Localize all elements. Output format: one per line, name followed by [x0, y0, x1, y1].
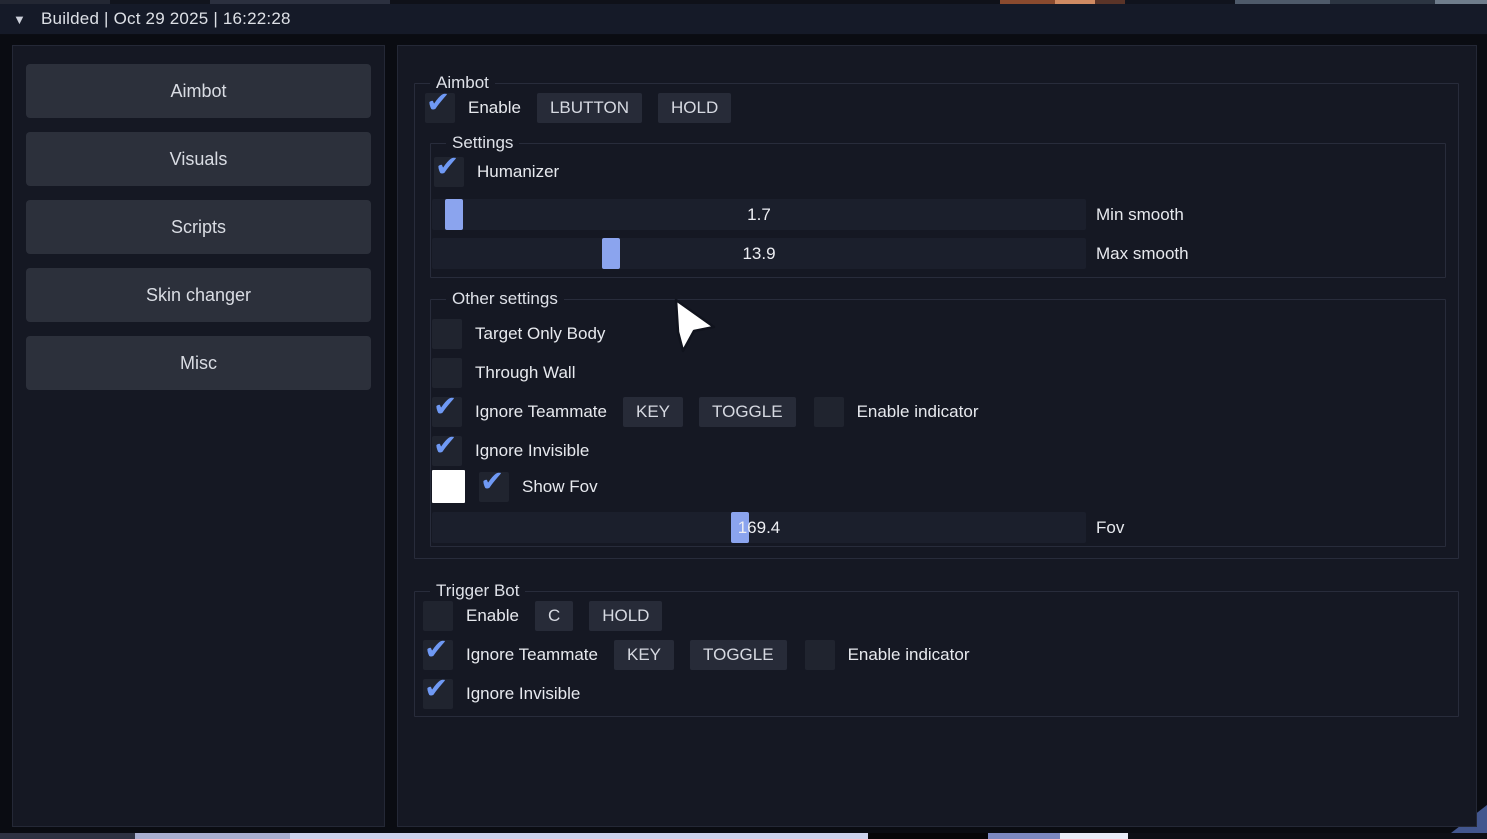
main-panel: Aimbot ✔ Enable LBUTTON HOLD Settings ✔ …: [397, 45, 1477, 827]
other-settings-group: Other settings ✔ Target Only Body ✔ Thro…: [430, 299, 1446, 547]
enable-indicator-label: Enable indicator: [857, 402, 979, 422]
settings-group: Settings ✔ Humanizer 1.7 Min smooth 13.9…: [430, 143, 1446, 278]
ignore-invisible-row: ✔ Ignore Invisible: [432, 435, 589, 466]
sidebar-item-skin-changer[interactable]: Skin changer: [26, 268, 371, 322]
humanizer-label: Humanizer: [477, 162, 559, 182]
ignore-teammate-checkbox[interactable]: ✔: [432, 397, 462, 427]
fov-color-swatch[interactable]: [432, 470, 465, 503]
ignore-invisible-checkbox[interactable]: ✔: [432, 436, 462, 466]
trigger-enable-label: Enable: [466, 606, 519, 626]
trigger-ignore-invisible-label: Ignore Invisible: [466, 684, 580, 704]
title-bar: ▼ Builded | Oct 29 2025 | 16:22:28: [0, 4, 1487, 35]
trigger-bot-group-label: Trigger Bot: [430, 581, 525, 601]
fov-row: 169.4 Fov: [432, 512, 1124, 543]
aimbot-group: Aimbot ✔ Enable LBUTTON HOLD Settings ✔ …: [414, 83, 1459, 559]
show-fov-checkbox[interactable]: ✔: [479, 472, 509, 502]
check-icon: ✔: [424, 671, 448, 705]
trigger-keymode-button[interactable]: HOLD: [589, 601, 662, 631]
fov-slider[interactable]: 169.4: [432, 512, 1086, 543]
fov-label: Fov: [1096, 518, 1124, 538]
max-smooth-label: Max smooth: [1096, 244, 1189, 264]
enable-indicator-checkbox[interactable]: ✔: [814, 397, 844, 427]
aimbot-enable-row: ✔ Enable LBUTTON HOLD: [425, 92, 731, 123]
trigger-ignore-invisible-row: ✔ Ignore Invisible: [423, 678, 580, 709]
aimbot-keymode-button[interactable]: HOLD: [658, 93, 731, 123]
min-smooth-label: Min smooth: [1096, 205, 1184, 225]
check-icon: ✔: [426, 85, 450, 119]
trigger-keybind-button[interactable]: C: [535, 601, 573, 631]
trigger-ignore-teammate-checkbox[interactable]: ✔: [423, 640, 453, 670]
target-only-body-row: ✔ Target Only Body: [432, 318, 605, 349]
aimbot-enable-checkbox[interactable]: ✔: [425, 93, 455, 123]
trigger-ignore-teammate-label: Ignore Teammate: [466, 645, 598, 665]
min-smooth-row: 1.7 Min smooth: [432, 199, 1184, 230]
aimbot-enable-label: Enable: [468, 98, 521, 118]
humanizer-checkbox[interactable]: ✔: [434, 157, 464, 187]
trigger-ignore-teammate-keybind-button[interactable]: KEY: [614, 640, 674, 670]
target-only-body-label: Target Only Body: [475, 324, 605, 344]
window-title: Builded | Oct 29 2025 | 16:22:28: [41, 9, 291, 29]
sidebar-item-aimbot[interactable]: Aimbot: [26, 64, 371, 118]
collapse-triangle-icon[interactable]: ▼: [13, 12, 33, 27]
sidebar-item-scripts[interactable]: Scripts: [26, 200, 371, 254]
ignore-teammate-label: Ignore Teammate: [475, 402, 607, 422]
other-settings-group-label: Other settings: [446, 289, 564, 309]
check-icon: ✔: [424, 632, 448, 666]
trigger-enable-indicator-checkbox[interactable]: ✔: [805, 640, 835, 670]
trigger-enable-row: ✔ Enable C HOLD: [423, 600, 662, 631]
show-fov-row: ✔ Show Fov: [432, 470, 598, 503]
sidebar-item-visuals[interactable]: Visuals: [26, 132, 371, 186]
sidebar-item-misc[interactable]: Misc: [26, 336, 371, 390]
sidebar: Aimbot Visuals Scripts Skin changer Misc: [12, 45, 385, 827]
target-only-body-checkbox[interactable]: ✔: [432, 319, 462, 349]
check-icon: ✔: [433, 389, 457, 423]
through-wall-checkbox[interactable]: ✔: [432, 358, 462, 388]
aimbot-keybind-button[interactable]: LBUTTON: [537, 93, 642, 123]
check-icon: ✔: [433, 428, 457, 462]
through-wall-label: Through Wall: [475, 363, 575, 383]
through-wall-row: ✔ Through Wall: [432, 357, 575, 388]
ignore-teammate-row: ✔ Ignore Teammate KEY TOGGLE ✔ Enable in…: [432, 396, 978, 427]
trigger-ignore-teammate-row: ✔ Ignore Teammate KEY TOGGLE ✔ Enable in…: [423, 639, 969, 670]
trigger-ignore-teammate-keymode-button[interactable]: TOGGLE: [690, 640, 787, 670]
check-icon: ✔: [480, 464, 504, 498]
show-fov-label: Show Fov: [522, 477, 598, 497]
ignore-invisible-label: Ignore Invisible: [475, 441, 589, 461]
min-smooth-slider[interactable]: 1.7: [432, 199, 1086, 230]
trigger-bot-group: Trigger Bot ✔ Enable C HOLD ✔ Ignore Tea…: [414, 591, 1459, 717]
trigger-enable-indicator-label: Enable indicator: [848, 645, 970, 665]
max-smooth-value: 13.9: [432, 238, 1086, 269]
ignore-teammate-keymode-button[interactable]: TOGGLE: [699, 397, 796, 427]
humanizer-row: ✔ Humanizer: [434, 156, 559, 187]
max-smooth-slider[interactable]: 13.9: [432, 238, 1086, 269]
max-smooth-row: 13.9 Max smooth: [432, 238, 1189, 269]
min-smooth-value: 1.7: [432, 199, 1086, 230]
fov-value: 169.4: [432, 512, 1086, 543]
trigger-ignore-invisible-checkbox[interactable]: ✔: [423, 679, 453, 709]
check-icon: ✔: [435, 149, 459, 183]
ignore-teammate-keybind-button[interactable]: KEY: [623, 397, 683, 427]
trigger-enable-checkbox[interactable]: ✔: [423, 601, 453, 631]
